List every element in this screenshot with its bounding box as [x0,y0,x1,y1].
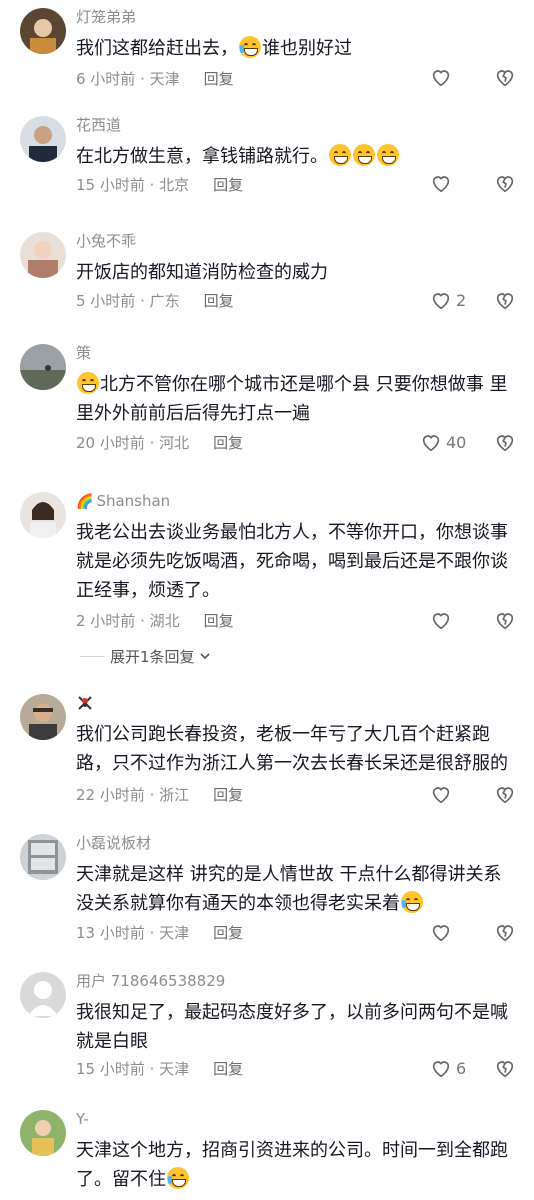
reply-button[interactable]: 回复 [213,924,243,942]
comment-text: 我很知足了，最起码态度好多了，以前多问两句不是喊就是白眼 [76,1002,508,1052]
heart-icon [430,289,452,311]
like-button[interactable] [430,609,456,631]
comment-text: 开饭店的都知道消防检查的威力 [76,262,328,283]
username[interactable]: Y- [76,1110,89,1128]
heart-icon [430,66,452,88]
comment-meta: 2 小时前 · 湖北 回复 [76,612,234,630]
reply-button[interactable]: 回复 [213,1060,243,1078]
avatar[interactable] [20,232,66,278]
username[interactable] [76,694,94,716]
avatar[interactable] [20,8,66,54]
divider [80,656,104,657]
heart-icon [430,1057,452,1079]
username[interactable]: 用户 718646538829 [76,972,225,990]
like-button[interactable] [430,783,456,805]
username[interactable]: 灯笼弟弟 [76,8,136,26]
dislike-button[interactable] [494,431,516,453]
username[interactable]: 策 [76,344,91,362]
comment-text: 在北方做生意，拿钱铺路就行。 [76,142,518,171]
heart-icon [430,783,452,805]
dislike-button[interactable] [494,1057,516,1079]
reply-button[interactable]: 回复 [204,612,234,630]
dislike-button[interactable] [494,609,516,631]
comment-meta: 15 小时前 · 北京 回复 [76,176,244,194]
reply-button[interactable]: 回复 [204,292,234,310]
rainbow-icon: 🌈 [76,494,94,510]
like-button[interactable] [430,66,456,88]
comment-text: 我们公司跑长春投资，老板一年亏了大几百个赶紧跑路，只不过作为浙江人第一次去长春长… [76,724,508,774]
heart-icon [430,921,452,943]
broken-heart-icon [494,66,516,88]
reply-button[interactable]: 回复 [213,786,243,804]
like-count: 6 [456,1058,467,1078]
avatar[interactable] [20,492,66,538]
avatar[interactable] [20,344,66,390]
reply-button[interactable]: 回复 [204,70,234,88]
avatar[interactable] [20,834,66,880]
like-button[interactable]: 40 [420,431,466,453]
heart-icon [430,609,452,631]
avatar[interactable] [20,694,66,740]
like-button[interactable] [430,921,456,943]
username[interactable]: 花西道 [76,116,121,134]
comment-text: 北方不管你在哪个城市还是哪个县 只要你想做事 里里外外前前后后得先打点一遍 [76,372,508,424]
laugh-cry-emoji [401,891,423,913]
comment-text: 我老公出去谈业务最怕北方人，不等你开口，你想谈事就是必须先吃饭喝酒，死命喝，喝到… [76,522,508,601]
dislike-button[interactable] [494,783,516,805]
comment-meta: 13 小时前 · 天津 回复 [76,924,244,942]
laugh-cry-emoji [239,36,261,58]
like-button[interactable] [430,172,456,194]
broken-heart-icon [494,431,516,453]
like-button[interactable]: 2 [430,289,466,311]
comment-meta: 6 小时前 · 天津 回复 [76,70,234,88]
broken-heart-icon [494,921,516,943]
expand-replies-button[interactable]: 展开1条回复 [80,646,211,667]
avatar[interactable] [20,1110,66,1156]
comment-meta: 22 小时前 · 浙江 回复 [76,786,244,804]
broken-heart-icon [494,783,516,805]
heart-icon [420,431,442,453]
comment-text: 天津就是这样 讲究的是人情世故 干点什么都得讲关系 没关系就算你有通天的本领也得… [76,864,502,914]
grin-emoji [353,144,375,166]
grin-emoji [77,372,99,394]
comment-meta: 5 小时前 · 广东 回复 [76,292,234,310]
dislike-button[interactable] [494,289,516,311]
grin-emoji [377,144,399,166]
heart-icon [430,172,452,194]
grin-emoji [329,144,351,166]
comment-text: 我们这都给赶出去， 谁也别好过 [76,36,352,59]
dislike-button[interactable] [494,172,516,194]
like-count: 40 [446,432,467,452]
comment-meta: 20 小时前 · 河北 回复 [76,434,244,452]
username[interactable]: 🌈 Shanshan [76,492,170,511]
broken-heart-icon [494,1057,516,1079]
user-badge-icon [76,696,94,716]
comment-text: 天津这个地方，招商引资进来的公司。时间一到全都跑了。留不住 [76,1140,508,1190]
chevron-down-icon [199,648,211,666]
username[interactable]: 小磊说板材 [76,834,151,852]
broken-heart-icon [494,609,516,631]
avatar[interactable] [20,116,66,162]
reply-button[interactable]: 回复 [213,176,243,194]
dislike-button[interactable] [494,921,516,943]
username[interactable]: 小兔不乖 [76,232,136,250]
broken-heart-icon [494,289,516,311]
avatar[interactable] [20,972,66,1018]
like-button[interactable]: 6 [430,1057,466,1079]
cry-emoji [167,1167,189,1189]
dislike-button[interactable] [494,66,516,88]
comment-meta: 15 小时前 · 天津 回复 [76,1060,244,1078]
broken-heart-icon [494,172,516,194]
like-count: 2 [456,290,467,310]
reply-button[interactable]: 回复 [213,434,243,452]
